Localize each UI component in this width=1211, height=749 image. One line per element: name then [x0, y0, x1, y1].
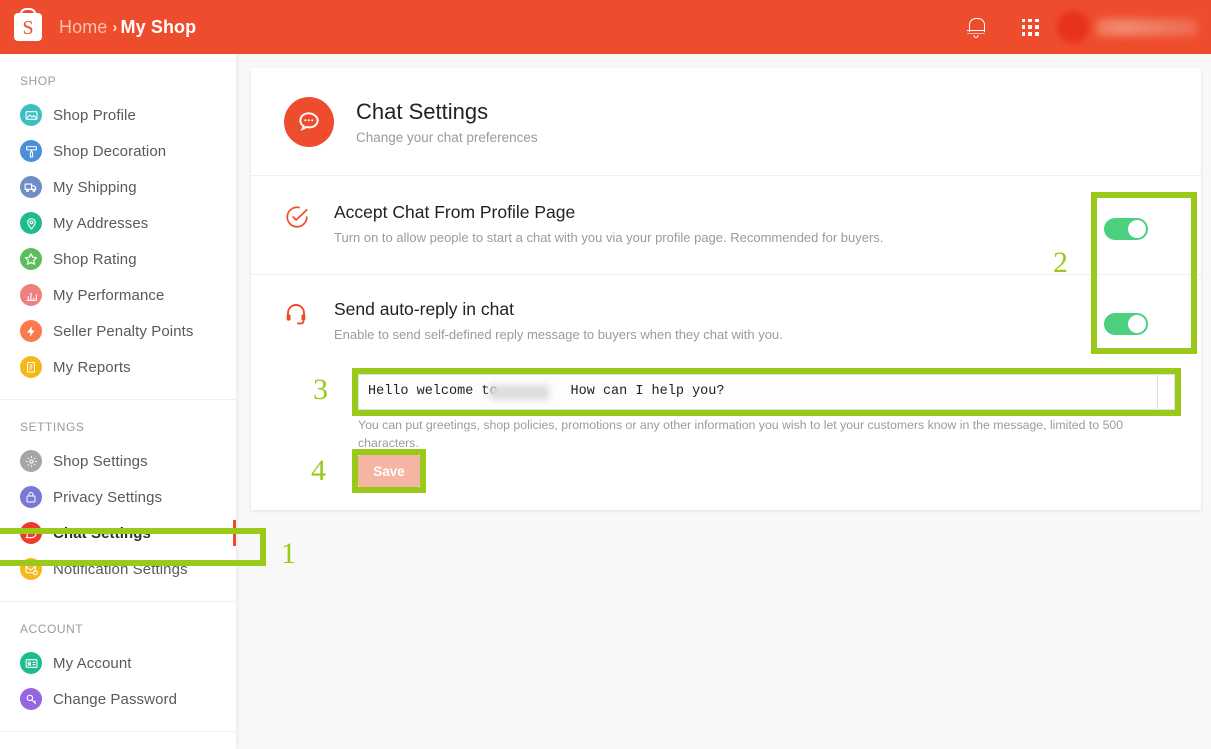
- shopee-bag-logo-icon: S: [14, 13, 42, 41]
- auto-reply-toggle[interactable]: [1104, 313, 1148, 335]
- shop-profile-icon: [20, 104, 42, 126]
- sidebar-item-label: Change Password: [53, 690, 178, 708]
- setting-description: Enable to send self-defined reply messag…: [334, 327, 783, 342]
- notification-bell-icon: [967, 17, 985, 38]
- sidebar-item-my-performance[interactable]: My Performance: [0, 277, 236, 313]
- lightning-bolt-icon: [20, 320, 42, 342]
- sidebar-item-label: Shop Settings: [53, 452, 148, 470]
- sidebar-item-change-password[interactable]: Change Password: [0, 681, 236, 717]
- page-title: Chat Settings: [356, 98, 489, 124]
- sidebar-item-label: Seller Penalty Points: [53, 322, 194, 340]
- chat-bubble-icon: [20, 522, 42, 544]
- setting-row-auto-reply: Send auto-reply in chat Enable to send s…: [251, 275, 1201, 342]
- redacted-shop-name: [489, 385, 549, 400]
- auto-reply-value-suffix: How can I help you?: [554, 384, 725, 399]
- id-card-icon: [20, 652, 42, 674]
- sidebar-group-label-settings: SETTINGS: [20, 420, 85, 434]
- card-header-text: Chat Settings Change your chat preferenc…: [356, 99, 538, 145]
- sidebar-item-label: My Account: [53, 654, 132, 672]
- gear-icon: [20, 450, 42, 472]
- sidebar-item-label: My Addresses: [53, 214, 149, 232]
- sidebar-item-label: My Performance: [53, 286, 165, 304]
- sidebar-item-shop-rating[interactable]: Shop Rating: [0, 241, 236, 277]
- sidebar-item-label: Privacy Settings: [53, 488, 163, 506]
- sidebar-item-label: Shop Profile: [53, 106, 136, 124]
- accept-chat-toggle[interactable]: [1104, 218, 1148, 240]
- sidebar-item-shop-profile[interactable]: Shop Profile: [0, 97, 236, 133]
- breadcrumb-home-link[interactable]: Home: [59, 17, 107, 38]
- notification-bell-button[interactable]: [949, 0, 1003, 54]
- setting-title: Send auto-reply in chat: [334, 299, 514, 319]
- header-actions: [949, 0, 1211, 54]
- map-pin-icon: [20, 212, 42, 234]
- sidebar-item-label: Shop Rating: [53, 250, 137, 268]
- save-button[interactable]: Save: [358, 455, 420, 487]
- page-subtitle: Change your chat preferences: [356, 129, 538, 145]
- sidebar-item-my-reports[interactable]: My Reports: [0, 349, 236, 385]
- sidebar-item-my-account[interactable]: My Account: [0, 645, 236, 681]
- lock-icon: [20, 486, 42, 508]
- auto-reply-value-prefix: Hello welcome to: [368, 384, 506, 399]
- key-icon: [20, 688, 42, 710]
- apps-grid-icon: [1021, 18, 1039, 36]
- mail-alert-icon: [20, 558, 42, 580]
- sidebar-item-label: My Reports: [53, 358, 131, 376]
- check-circle-icon: [284, 204, 312, 235]
- headset-icon: [284, 301, 312, 330]
- chevron-right-icon: ›: [112, 18, 118, 36]
- sidebar-group-label-shop: SHOP: [20, 74, 57, 88]
- avatar[interactable]: [1057, 11, 1089, 43]
- setting-row-body: Send auto-reply in chat Enable to send s…: [312, 299, 1201, 342]
- auto-reply-help-text: You can put greetings, shop policies, pr…: [358, 418, 1124, 450]
- setting-description: Turn on to allow people to start a chat …: [334, 230, 884, 245]
- sidebar-item-label: Notification Settings: [53, 560, 188, 578]
- sidebar-group-label-account: ACCOUNT: [20, 622, 84, 636]
- paint-roller-icon: [20, 140, 42, 162]
- annotation-number-3: 3: [313, 373, 328, 406]
- chat-bubbles-icon: [284, 96, 334, 147]
- bar-chart-icon: [20, 284, 42, 306]
- sidebar-divider: [0, 731, 236, 732]
- setting-row-body: Accept Chat From Profile Page Turn on to…: [312, 202, 1201, 245]
- sidebar: SHOP Shop Profile Shop Decoration My Shi…: [0, 54, 236, 749]
- username-label[interactable]: [1097, 18, 1197, 36]
- shopee-logo[interactable]: S: [14, 13, 42, 41]
- setting-row-accept-chat: Accept Chat From Profile Page Turn on to…: [251, 176, 1201, 254]
- sidebar-group-settings: SETTINGS Shop Settings Privacy Settings …: [0, 400, 236, 597]
- sidebar-group-account: ACCOUNT My Account Change Password: [0, 602, 236, 727]
- breadcrumb: Home › My Shop: [59, 17, 196, 38]
- annotation-number-1: 1: [281, 537, 296, 570]
- toggle-knob: [1128, 315, 1146, 333]
- sidebar-item-my-addresses[interactable]: My Addresses: [0, 205, 236, 241]
- sidebar-item-label: Shop Decoration: [53, 142, 167, 160]
- sidebar-item-my-shipping[interactable]: My Shipping: [0, 169, 236, 205]
- auto-reply-textarea[interactable]: Hello welcome to XXXXXX How can I help y…: [358, 374, 1175, 410]
- star-icon: [20, 248, 42, 270]
- sidebar-group-shop: SHOP Shop Profile Shop Decoration My Shi…: [0, 54, 236, 395]
- truck-icon: [20, 176, 42, 198]
- sidebar-item-privacy-settings[interactable]: Privacy Settings: [0, 479, 236, 515]
- sidebar-item-shop-decoration[interactable]: Shop Decoration: [0, 133, 236, 169]
- auto-reply-value: Hello welcome to XXXXXX How can I help y…: [359, 375, 1174, 399]
- sidebar-item-notification-settings[interactable]: Notification Settings: [0, 551, 236, 587]
- logo-letter: S: [22, 16, 34, 39]
- annotation-number-2: 2: [1053, 246, 1068, 279]
- sidebar-item-label: Chat Settings: [53, 524, 151, 542]
- apps-grid-button[interactable]: [1003, 0, 1057, 54]
- card-header: Chat Settings Change your chat preferenc…: [251, 68, 1201, 176]
- annotation-number-4: 4: [311, 454, 326, 487]
- breadcrumb-current: My Shop: [120, 16, 197, 37]
- sidebar-item-shop-settings[interactable]: Shop Settings: [0, 443, 236, 479]
- setting-title: Accept Chat From Profile Page: [334, 202, 576, 222]
- toggle-knob: [1128, 220, 1146, 238]
- sidebar-item-chat-settings[interactable]: Chat Settings: [0, 515, 236, 551]
- clipboard-icon: [20, 356, 42, 378]
- app-header: S Home › My Shop: [0, 0, 1211, 54]
- sidebar-item-seller-penalty-points[interactable]: Seller Penalty Points: [0, 313, 236, 349]
- sidebar-item-label: My Shipping: [53, 178, 137, 196]
